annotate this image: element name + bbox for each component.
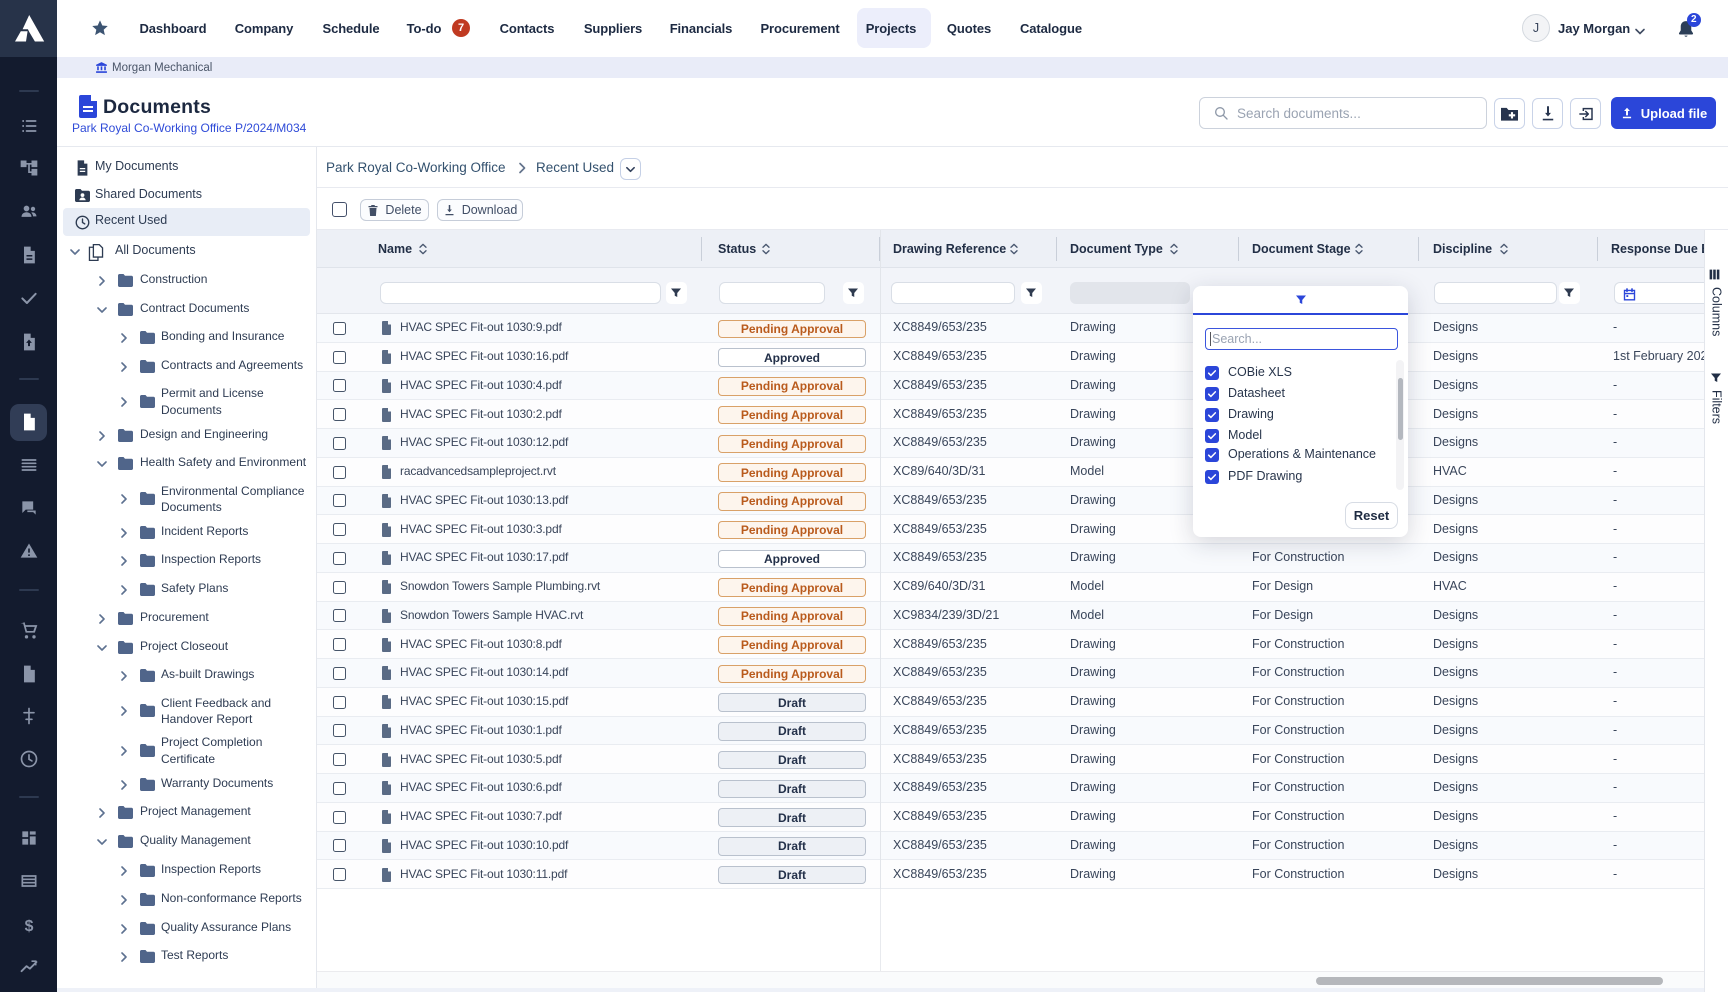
svg-text:$: $ [24,918,33,935]
